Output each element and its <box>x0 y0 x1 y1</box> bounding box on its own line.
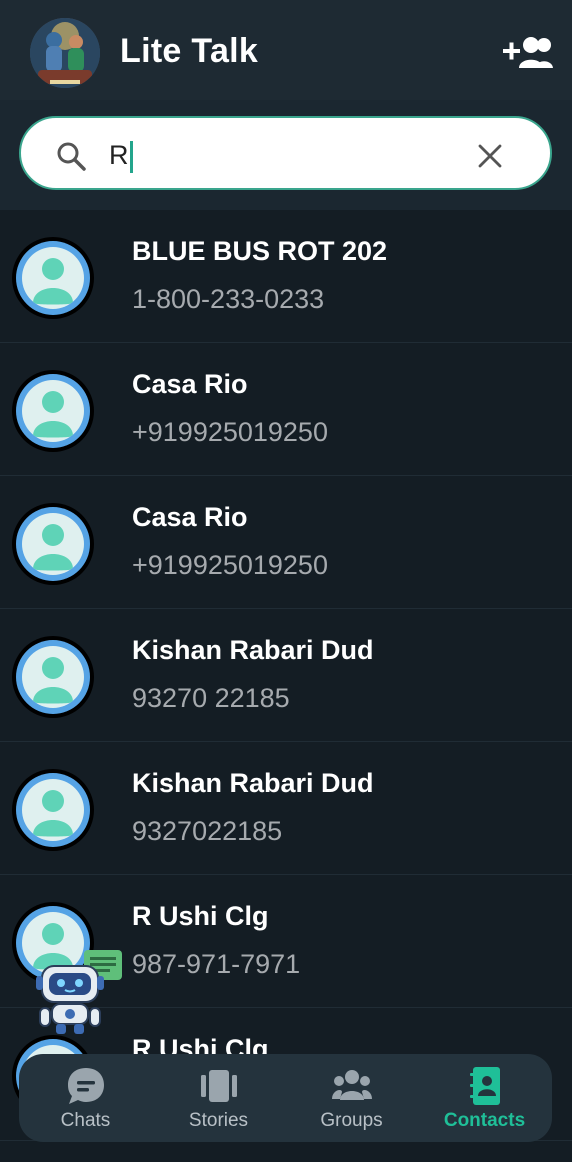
person-icon <box>33 391 73 438</box>
app-header: Lite Talk <box>0 0 572 100</box>
contact-name: Casa Rio <box>132 502 248 532</box>
person-icon <box>33 524 73 571</box>
contact-avatar <box>12 370 94 452</box>
contact-avatar <box>12 237 94 319</box>
search-input[interactable]: R <box>109 137 449 173</box>
tab-chats[interactable]: Chats <box>19 1054 152 1142</box>
contact-name: Casa Rio <box>132 369 248 399</box>
close-icon[interactable] <box>477 143 503 169</box>
tab-stories[interactable]: Stories <box>152 1054 285 1142</box>
add-group-icon <box>503 37 553 68</box>
groups-icon <box>331 1070 372 1100</box>
add-group-button[interactable] <box>500 34 554 70</box>
person-icon <box>33 258 73 305</box>
contact-row[interactable]: Kishan Rabari Dud 9327022185 <box>0 742 572 875</box>
search-icon <box>57 142 86 171</box>
contact-name: Kishan Rabari Dud <box>132 768 374 798</box>
app-title: Lite Talk <box>120 32 259 70</box>
robot-chat-icon <box>36 950 122 1034</box>
stories-icon <box>200 1070 237 1102</box>
contact-phone: +919925019250 <box>132 550 328 580</box>
contact-row[interactable]: Casa Rio +919925019250 <box>0 343 572 476</box>
contact-phone: 9327022185 <box>132 816 283 846</box>
contact-avatar <box>12 503 94 585</box>
contact-avatar <box>12 636 94 718</box>
assistant-bot-button[interactable] <box>30 946 130 1038</box>
person-icon <box>33 657 73 704</box>
contact-row[interactable]: BLUE BUS ROT 202 1-800-233-0233 <box>0 210 572 343</box>
person-icon <box>33 790 73 837</box>
contact-phone: +919925019250 <box>132 417 328 447</box>
search-field[interactable]: R <box>19 116 552 190</box>
contact-name: BLUE BUS ROT 202 <box>132 236 388 266</box>
tab-label: Groups <box>320 1110 383 1131</box>
profile-picture <box>30 18 100 88</box>
tab-label: Contacts <box>443 1110 526 1131</box>
contact-phone: 987-971-7971 <box>132 949 301 979</box>
contact-row[interactable]: Kishan Rabari Dud 93270 22185 <box>0 609 572 742</box>
contact-name: Kishan Rabari Dud <box>132 635 374 665</box>
bottom-navigation: Chats Stories Groups Contacts <box>19 1054 552 1142</box>
text-caret <box>129 140 133 173</box>
contact-phone: 93270 22185 <box>132 683 290 713</box>
tab-label: Stories <box>188 1110 249 1131</box>
search-input-value: R <box>109 140 129 170</box>
contact-name: R Ushi Clg <box>132 901 269 931</box>
tab-groups[interactable]: Groups <box>285 1054 418 1142</box>
contact-phone: 1-800-233-0233 <box>132 284 325 314</box>
contact-avatar <box>12 769 94 851</box>
tab-label: Chats <box>60 1110 111 1131</box>
contact-row[interactable]: Casa Rio +919925019250 <box>0 476 572 609</box>
chat-bubble-icon <box>67 1068 104 1104</box>
profile-avatar[interactable] <box>30 18 100 88</box>
search-bar-container: R <box>0 100 572 210</box>
contacts-book-icon <box>469 1067 500 1105</box>
tab-contacts[interactable]: Contacts <box>418 1054 551 1142</box>
